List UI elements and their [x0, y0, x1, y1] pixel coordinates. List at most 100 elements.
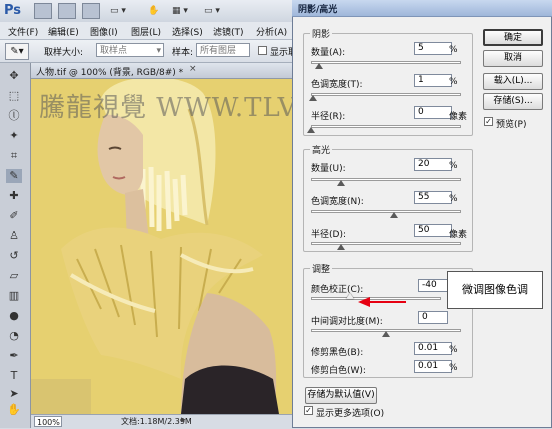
watermark-logo: 騰龍視覺 WWW.TLVI.NET: [39, 93, 300, 123]
preview-checkbox[interactable]: ✓: [484, 117, 493, 126]
black-clip-unit: %: [449, 345, 458, 355]
highlights-radius-thumb[interactable]: [337, 244, 345, 250]
quick-select-tool-icon[interactable]: ✦: [6, 129, 22, 143]
sample-size-label: 取样大小:: [44, 48, 84, 58]
menu-edit[interactable]: 编辑(E): [48, 25, 79, 38]
status-bar: 100% 文档:1.18M/2.39M ▸: [31, 414, 300, 429]
show-ring-checkbox[interactable]: [258, 46, 267, 55]
status-menu-arrow-icon[interactable]: ▸: [181, 415, 186, 425]
white-clip-field[interactable]: 0.01: [414, 360, 452, 373]
eyedropper-tool-icon[interactable]: ✎: [6, 169, 22, 183]
shadows-amount-label: 数量(A):: [311, 48, 346, 58]
sample-layers-select[interactable]: 所有图层: [196, 43, 250, 57]
blur-tool-icon[interactable]: ●: [6, 309, 22, 323]
save-as-defaults-button[interactable]: 存储为默认值(V): [305, 387, 377, 404]
highlights-amount-slider[interactable]: [311, 178, 461, 181]
eraser-tool-icon[interactable]: ▱: [6, 269, 22, 283]
preview-label: 预览(P): [496, 120, 527, 130]
zoom-level-icon[interactable]: ▭ ▾: [110, 6, 126, 16]
move-tool-icon[interactable]: ✥: [6, 69, 22, 83]
highlights-radius-unit: 像素: [449, 230, 468, 240]
black-clip-label: 修剪黑色(B):: [311, 348, 364, 358]
mini-bridge-icon[interactable]: [58, 3, 76, 19]
sample-size-select[interactable]: 取样点 ▾: [96, 43, 164, 57]
type-tool-icon[interactable]: T: [6, 369, 22, 383]
highlights-tone-unit: %: [449, 194, 458, 204]
history-brush-tool-icon[interactable]: ↺: [6, 249, 22, 263]
ok-button[interactable]: 确定: [483, 29, 543, 46]
image-canvas[interactable]: 騰龍視覺 WWW.TLVI.NET: [31, 79, 300, 414]
shadows-radius-label: 半径(R):: [311, 112, 346, 122]
highlights-radius-field[interactable]: 50: [414, 224, 452, 237]
midtone-contrast-field[interactable]: 0: [418, 311, 448, 324]
lasso-tool-icon[interactable]: ⓛ: [6, 109, 22, 123]
pen-tool-icon[interactable]: ✒: [6, 349, 22, 363]
arrange-documents-icon[interactable]: ▦ ▾: [172, 6, 188, 16]
save-button[interactable]: 存储(S)...: [483, 93, 543, 110]
menu-file[interactable]: 文件(F): [8, 25, 38, 38]
shadows-tone-unit: %: [449, 77, 458, 87]
shadows-tone-slider[interactable]: [311, 93, 461, 96]
cancel-button[interactable]: 取消: [483, 50, 543, 67]
document-tab[interactable]: 人物.tif @ 100% (背景, RGB/8#) * ×: [31, 63, 300, 79]
menu-select[interactable]: 选择(S): [172, 25, 203, 38]
highlights-tone-thumb[interactable]: [389, 212, 398, 218]
shadows-amount-unit: %: [449, 45, 458, 55]
shadows-radius-field[interactable]: 0: [414, 106, 452, 119]
menu-layer[interactable]: 图层(L): [131, 25, 161, 38]
highlights-tone-label: 色调宽度(N):: [311, 197, 364, 207]
eyedropper-preset-icon[interactable]: ✎▾: [5, 43, 29, 60]
highlights-amount-unit: %: [449, 161, 458, 171]
highlights-group-label: 高光: [310, 143, 333, 156]
menu-image[interactable]: 图像(I): [90, 25, 118, 38]
highlights-amount-label: 数量(U):: [311, 164, 346, 174]
shadows-amount-slider[interactable]: [311, 61, 461, 64]
marquee-tool-icon[interactable]: ⬚: [6, 89, 22, 103]
dodge-tool-icon[interactable]: ◔: [6, 329, 22, 343]
gradient-tool-icon[interactable]: ▥: [6, 289, 22, 303]
brush-tool-icon[interactable]: ✐: [6, 209, 22, 223]
shadows-radius-thumb[interactable]: [307, 127, 315, 133]
sample-size-value: 取样点: [100, 46, 128, 56]
white-clip-label: 修剪白色(W):: [311, 366, 366, 376]
load-button[interactable]: 载入(L)...: [483, 73, 543, 90]
show-more-options-label: 显示更多选项(O): [316, 409, 385, 419]
color-correction-field[interactable]: -40: [418, 279, 448, 292]
red-arrow-icon: [358, 297, 406, 307]
shadows-radius-unit: 像素: [449, 112, 468, 122]
highlights-radius-slider[interactable]: [311, 242, 461, 245]
toolbox: ✥ ⬚ ⓛ ✦ ⌗ ✎ ✚ ✐ ♙ ↺ ▱ ▥ ● ◔ ✒ T ➤ ✋: [0, 63, 31, 428]
highlights-amount-field[interactable]: 20: [414, 158, 452, 171]
color-correction-thumb[interactable]: [346, 293, 354, 299]
document-tab-title: 人物.tif @ 100% (背景, RGB/8#) *: [36, 68, 184, 78]
clone-stamp-tool-icon[interactable]: ♙: [6, 229, 22, 243]
black-clip-field[interactable]: 0.01: [414, 342, 452, 355]
highlights-tone-field[interactable]: 55: [414, 191, 452, 204]
midtone-contrast-thumb[interactable]: [382, 331, 390, 337]
hand-tool-icon[interactable]: ✋: [148, 6, 159, 16]
highlights-tone-slider[interactable]: [311, 210, 461, 213]
highlights-amount-thumb[interactable]: [337, 180, 345, 186]
shadows-amount-field[interactable]: 5: [414, 42, 452, 55]
dialog-title-bar[interactable]: 阴影/高光: [292, 0, 552, 17]
menu-bar: 文件(F) 编辑(E) 图像(I) 图层(L) 选择(S) 滤镜(T) 分析(A…: [0, 22, 300, 40]
show-more-options-checkbox[interactable]: ✓: [304, 406, 313, 415]
menu-analysis[interactable]: 分析(A): [256, 25, 287, 38]
options-bar: ✎▾ 取样大小: 取样点 ▾ 样本: 所有图层 显示取: [0, 40, 300, 63]
crop-tool-icon[interactable]: ⌗: [6, 149, 22, 163]
shadows-tone-field[interactable]: 1: [414, 74, 452, 87]
bridge-icon[interactable]: [34, 3, 52, 19]
healing-brush-tool-icon[interactable]: ✚: [6, 189, 22, 203]
close-tab-icon[interactable]: ×: [189, 64, 197, 74]
shadows-amount-thumb[interactable]: [314, 63, 323, 69]
path-select-tool-icon[interactable]: ➤: [6, 387, 22, 401]
zoom-field[interactable]: 100%: [34, 416, 62, 427]
menu-filter[interactable]: 滤镜(T): [213, 25, 244, 38]
shadows-radius-slider[interactable]: [311, 125, 461, 128]
white-clip-unit: %: [449, 363, 458, 373]
shadows-tone-thumb[interactable]: [308, 95, 317, 101]
extras-icon[interactable]: [82, 3, 100, 19]
hand-tool-icon[interactable]: ✋: [6, 403, 22, 417]
screen-mode-icon[interactable]: ▭ ▾: [204, 6, 220, 16]
photoshop-logo: Ps: [4, 3, 22, 18]
